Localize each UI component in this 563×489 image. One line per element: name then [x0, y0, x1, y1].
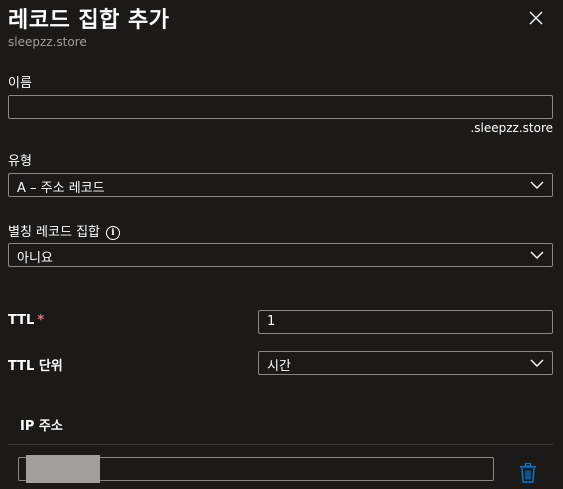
close-icon[interactable] — [526, 8, 546, 28]
ttl-unit-label: TTL 단위 — [8, 359, 63, 374]
panel-title: 레코드 집합 추가 — [8, 8, 170, 33]
ttl-unit-dropdown[interactable]: 시간 — [258, 351, 553, 375]
chevron-down-icon — [530, 251, 544, 259]
alias-dropdown[interactable]: 아니요 — [8, 243, 553, 267]
info-icon[interactable]: i — [106, 226, 120, 240]
ip-header-divider — [8, 444, 553, 445]
ttl-input[interactable]: 1 — [258, 310, 553, 334]
name-label: 이름 — [8, 76, 32, 91]
required-marker: * — [37, 313, 45, 328]
ttl-unit-dropdown-value: 시간 — [267, 359, 291, 374]
name-input[interactable] — [8, 95, 553, 119]
ttl-input-value: 1 — [267, 314, 276, 329]
ttl-label: TTL * — [8, 313, 44, 328]
type-dropdown[interactable]: A – 주소 레코드 — [8, 173, 553, 197]
type-dropdown-value: A – 주소 레코드 — [17, 181, 105, 196]
ttl-label-text: TTL — [8, 313, 35, 328]
type-label: 유형 — [8, 154, 32, 169]
add-record-set-panel: 레코드 집합 추가 sleepzz.store 이름 .sleepzz.stor… — [0, 0, 563, 489]
trash-icon[interactable] — [519, 463, 537, 483]
panel-subtitle: sleepzz.store — [8, 35, 87, 49]
alias-dropdown-value: 아니요 — [17, 251, 53, 266]
ip-address-header: IP 주소 — [20, 419, 63, 434]
alias-label: 별칭 레코드 집합 i — [8, 221, 120, 240]
redacted-block — [26, 455, 100, 483]
alias-label-text: 별칭 레코드 집합 — [8, 225, 100, 240]
chevron-down-icon — [530, 181, 544, 189]
chevron-down-icon — [530, 359, 544, 367]
name-domain-suffix: .sleepzz.store — [470, 121, 553, 135]
